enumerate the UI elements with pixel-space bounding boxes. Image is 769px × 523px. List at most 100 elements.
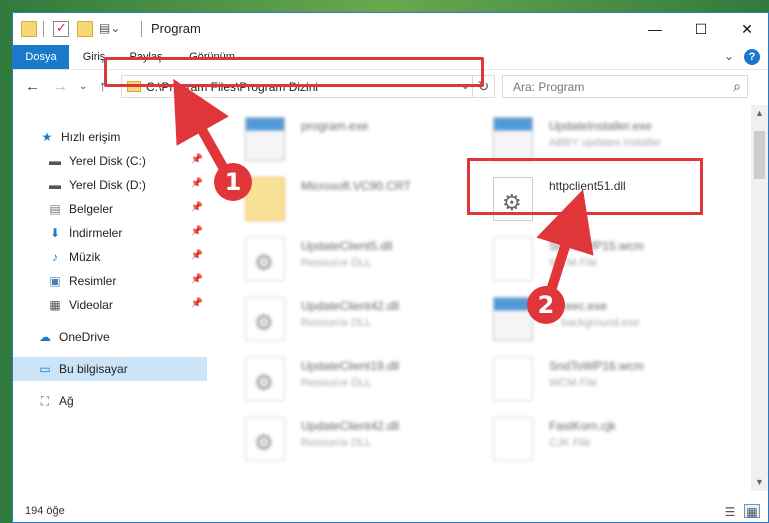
sidebar-item-label: Hızlı erişim — [61, 130, 121, 144]
document-icon — [493, 357, 533, 401]
pin-icon[interactable]: 📌 — [191, 250, 203, 261]
tab-file[interactable]: Dosya — [13, 45, 69, 69]
file-name: UpdateClient19.dll — [301, 359, 400, 373]
search-placeholder: Ara: Program — [513, 80, 585, 94]
minimize-button[interactable]: — — [632, 13, 678, 45]
dll-file-icon — [245, 417, 285, 461]
file-type: Resource DLL — [301, 317, 372, 329]
ribbon-expand-icon[interactable]: ⌄ — [724, 49, 734, 65]
application-icon — [245, 117, 285, 161]
file-item[interactable]: UpdateClient19.dll Resource DLL — [245, 349, 485, 405]
scroll-thumb[interactable] — [754, 131, 765, 179]
maximize-button[interactable]: ☐ — [678, 13, 724, 45]
file-type: Resource DLL — [301, 257, 372, 269]
search-icon[interactable]: ⌕ — [733, 78, 741, 95]
application-icon — [493, 117, 533, 161]
back-button[interactable]: ← — [25, 78, 40, 95]
forward-button[interactable]: → — [53, 78, 68, 95]
sidebar-item-label: Yerel Disk (C:) — [69, 154, 146, 168]
details-view-icon[interactable]: ☰ — [722, 504, 738, 519]
music-icon: ♪ — [52, 250, 58, 264]
large-icons-view-icon[interactable]: ▦ — [744, 504, 760, 519]
file-name: UpdateClient42.dll — [301, 299, 400, 313]
sidebar-item-label: Resimler — [69, 274, 117, 288]
network-icon: ⛶ — [40, 394, 50, 408]
file-item[interactable]: UpdateClient42.dll Resource DLL — [245, 409, 485, 465]
view-switcher: ☰ ▦ — [722, 504, 760, 519]
separator — [141, 21, 142, 37]
downloads-icon: ⬇ — [49, 226, 61, 240]
sidebar-item-label: Yerel Disk (D:) — [69, 178, 146, 192]
sidebar-item-label: Belgeler — [69, 202, 114, 216]
documents-icon: ▤ — [49, 202, 61, 216]
new-folder-icon[interactable] — [77, 21, 93, 37]
step-badge-2: 2 — [527, 286, 565, 324]
recent-locations-button[interactable]: ⌄ — [79, 81, 87, 92]
cloud-icon: ☁ — [39, 330, 51, 344]
file-name: SndToWP15.wcm — [549, 239, 644, 253]
file-name: Microsoft.VC90.CRT — [301, 179, 411, 193]
pin-icon[interactable]: 📌 — [191, 154, 203, 165]
ribbon-controls: ⌄ ? — [724, 49, 760, 65]
file-item[interactable]: UpdateClient42.dll Resource DLL — [245, 289, 485, 345]
status-bar: 194 öğe ☰ ▦ — [13, 500, 768, 522]
sidebar-item[interactable]: ▣ Resimler 📌 — [13, 269, 207, 293]
document-icon — [493, 417, 533, 461]
file-item[interactable]: UpdateClient5.dll Resource DLL — [245, 229, 485, 285]
scroll-up-icon[interactable]: ▲ — [751, 105, 768, 122]
drive-icon: ▬ — [49, 178, 61, 192]
file-item[interactable]: UpdateInstaller.exe ABBY updates installe… — [493, 109, 733, 165]
file-type: CJK File — [549, 437, 591, 449]
pictures-icon: ▣ — [49, 274, 61, 288]
file-name: SndToWP16.wcm — [549, 359, 644, 373]
sidebar-item[interactable]: ▬ Yerel Disk (D:) 📌 — [13, 173, 207, 197]
vertical-scrollbar[interactable]: ▲ ▼ — [751, 105, 768, 491]
sidebar-item[interactable]: ☁ OneDrive — [13, 325, 207, 349]
file-name: UpdateInstaller.exe — [549, 119, 652, 133]
quick-access-toolbar-icon[interactable]: ▤⌄ — [99, 21, 120, 37]
sidebar-item-label: Videolar — [69, 298, 113, 312]
title-bar: ▤⌄ Program — ☐ ✕ — [13, 13, 768, 45]
sidebar-item-label: Bu bilgisayar — [59, 362, 128, 376]
pin-icon[interactable]: 📌 — [191, 202, 203, 213]
sidebar-item[interactable]: ▦ Videolar 📌 — [13, 293, 207, 317]
file-type: WCM File — [549, 377, 598, 389]
dll-file-icon — [245, 237, 285, 281]
file-name: FastKorn.cjk — [549, 419, 616, 433]
drive-icon: ▬ — [49, 154, 61, 168]
file-highlight — [467, 158, 703, 215]
sidebar-item-label: Müzik — [69, 250, 101, 264]
sidebar-item[interactable]: ♪ Müzik 📌 — [13, 245, 207, 269]
sidebar-item[interactable]: ★ Hızlı erişim — [13, 125, 207, 149]
file-item[interactable]: SndToWP15.wcm WCM File — [493, 229, 733, 285]
file-name: UpdateClient5.dll — [301, 239, 393, 253]
file-item[interactable]: SndToWP16.wcm WCM File — [493, 349, 733, 405]
sidebar-item[interactable]: ▭ Bu bilgisayar — [13, 357, 207, 381]
file-item[interactable]: Microsoft.VC90.CRT — [245, 169, 485, 225]
file-item[interactable]: program.exe — [245, 109, 485, 165]
document-icon — [493, 237, 533, 281]
sidebar-item[interactable]: ▤ Belgeler 📌 — [13, 197, 207, 221]
file-type: Resource DLL — [301, 377, 372, 389]
properties-icon[interactable] — [53, 20, 69, 37]
help-icon[interactable]: ? — [744, 49, 760, 65]
pin-icon[interactable]: 📌 — [191, 178, 203, 189]
videos-icon: ▦ — [49, 298, 61, 312]
sidebar-item[interactable]: ▬ Yerel Disk (C:) 📌 — [13, 149, 207, 173]
close-button[interactable]: ✕ — [724, 13, 769, 45]
scroll-down-icon[interactable]: ▼ — [751, 474, 768, 491]
pin-icon[interactable]: 📌 — [191, 274, 203, 285]
sidebar-item[interactable]: ⛶ Ağ — [13, 389, 207, 413]
file-explorer-window: ▤⌄ Program — ☐ ✕ Dosya Giriş Paylaş Görü… — [12, 12, 769, 523]
sidebar-item[interactable]: ⬇ İndirmeler 📌 — [13, 221, 207, 245]
folder-icon — [21, 21, 37, 37]
pin-icon[interactable]: 📌 — [191, 226, 203, 237]
window-title: Program — [151, 21, 201, 36]
file-type: WCM File — [549, 257, 598, 269]
file-type: Resource DLL — [301, 437, 372, 449]
dll-file-icon — [245, 297, 285, 341]
separator — [43, 21, 44, 37]
pin-icon[interactable]: 📌 — [191, 298, 203, 309]
file-item[interactable]: FastKorn.cjk CJK File — [493, 409, 733, 465]
search-input[interactable]: Ara: Program ⌕ — [502, 75, 748, 98]
